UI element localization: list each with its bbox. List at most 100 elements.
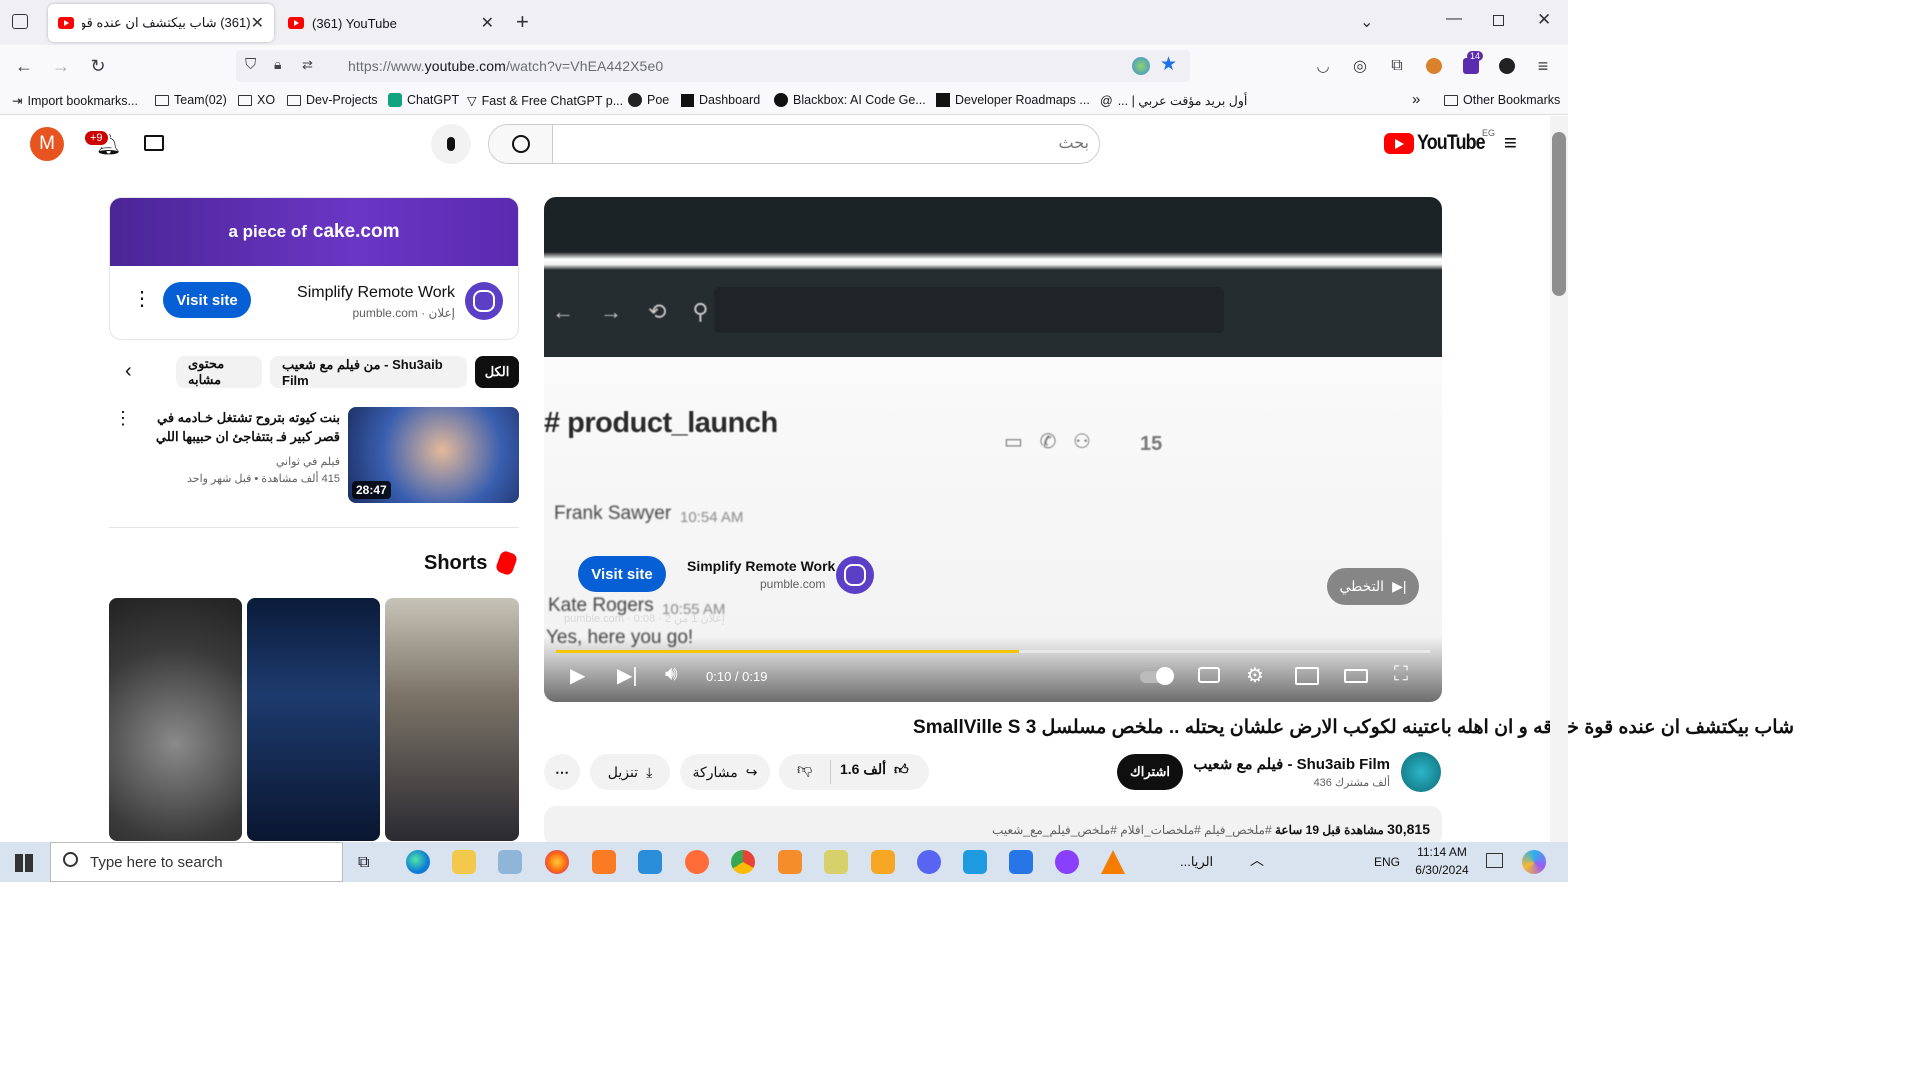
autoplay-toggle[interactable] xyxy=(1140,667,1174,685)
related-video-title[interactable]: بنت كيوته بتروح تشتغل خـادمه في قصر كبير… xyxy=(132,408,340,446)
subtitles-icon[interactable] xyxy=(1198,667,1220,683)
play-icon[interactable]: ▶ xyxy=(570,663,585,688)
app-x-icon[interactable] xyxy=(1009,850,1033,874)
tab-list-icon[interactable] xyxy=(12,14,28,29)
clock-date[interactable]: 6/30/2024 xyxy=(1410,863,1474,877)
brave-icon[interactable] xyxy=(871,850,895,874)
related-video-thumbnail[interactable]: 28:47 xyxy=(348,407,519,503)
taskbar-search[interactable]: Type here to search xyxy=(50,842,343,882)
extension-a-icon[interactable] xyxy=(1421,53,1447,79)
postman-icon[interactable] xyxy=(685,850,709,874)
extension-c-icon[interactable] xyxy=(1494,53,1520,79)
search-button[interactable] xyxy=(489,125,553,163)
permissions-icon[interactable]: ⇄ xyxy=(302,57,313,73)
close-tab-icon[interactable]: ✕ xyxy=(251,13,264,33)
back-icon[interactable]: ← xyxy=(11,53,37,79)
bookmarks-overflow-icon[interactable]: » xyxy=(1412,91,1420,108)
notifications-center-icon[interactable] xyxy=(1486,853,1503,868)
progress-bar[interactable] xyxy=(556,650,1430,653)
theater-icon[interactable] xyxy=(1344,669,1368,683)
bookmark-dev-projects[interactable]: Dev-Projects xyxy=(287,93,378,107)
skip-ad-button[interactable]: التخطي ▶︎| xyxy=(1327,568,1419,605)
tray-chevron-icon[interactable]: ︿ xyxy=(1250,850,1264,870)
short-thumbnail[interactable] xyxy=(109,598,242,841)
bookmark-dashboard[interactable]: Dashboard xyxy=(681,93,760,107)
vscode-icon[interactable] xyxy=(638,850,662,874)
chip-from-channel[interactable]: من فيلم مع شعيب - Shu3aib Film xyxy=(270,356,467,388)
app-blue-diamond-icon[interactable] xyxy=(963,850,987,874)
chrome-icon[interactable] xyxy=(731,850,755,874)
dislike-button[interactable]: 👎︎ xyxy=(797,761,812,779)
video-player[interactable]: ←→⟲⚲ # product_launch ▭ ✆ ⚇ 15 Frank Saw… xyxy=(544,197,1442,702)
related-more-icon[interactable]: ⋮ xyxy=(114,408,132,429)
short-thumbnail[interactable] xyxy=(247,598,380,841)
channel-avatar[interactable] xyxy=(1401,752,1441,792)
bookmark-chatgpt[interactable]: ChatGPT xyxy=(388,93,459,107)
extensions-icon[interactable]: ⧉ xyxy=(1384,53,1410,79)
bookmark-roadmaps[interactable]: Developer Roadmaps ... xyxy=(936,93,1090,107)
app-e-icon[interactable] xyxy=(824,850,848,874)
mic-icon[interactable] xyxy=(431,124,471,164)
pdf-app-icon[interactable] xyxy=(778,850,802,874)
clock-time[interactable]: 11:14 AM xyxy=(1414,845,1470,859)
reload-icon[interactable]: ↻ xyxy=(85,53,111,79)
taskbar-weather[interactable]: الريا... xyxy=(1180,854,1213,870)
url-text[interactable]: https://www.youtube.com/watch?v=VhEA442X… xyxy=(348,58,663,74)
chip-all[interactable]: الكل xyxy=(475,356,519,388)
ad-visit-site-button[interactable]: Visit site xyxy=(163,282,251,318)
list-all-tabs-icon[interactable]: ⌄ xyxy=(1360,12,1373,32)
minimize-button[interactable]: — xyxy=(1446,10,1462,28)
bookmark-temp-mail[interactable]: @ أول بريد مؤقت عربي | ... xyxy=(1100,93,1247,109)
bookmark-poe[interactable]: Poe xyxy=(628,93,669,107)
guide-menu-icon[interactable]: ≡ xyxy=(1504,130,1517,156)
bookmark-fast-chatgpt[interactable]: ▽ Fast & Free ChatGPT p... xyxy=(467,93,623,109)
bookmark-blackbox[interactable]: Blackbox: AI Code Ge... xyxy=(774,93,926,107)
site-info-icon[interactable] xyxy=(1132,57,1150,75)
lock-icon[interactable]: 🔒︎ xyxy=(274,56,281,73)
download-button[interactable]: تنزيل ⤓ xyxy=(590,754,670,790)
fullscreen-icon[interactable]: ⛶ xyxy=(1394,663,1408,686)
pocket-icon[interactable]: ◡ xyxy=(1310,53,1336,79)
short-thumbnail[interactable] xyxy=(385,598,519,841)
miniplayer-icon[interactable] xyxy=(1295,667,1319,685)
share-button[interactable]: مشاركة ↪ xyxy=(680,754,770,790)
bookmark-star-icon[interactable]: ★ xyxy=(1160,53,1177,76)
firefox-icon[interactable] xyxy=(545,850,569,874)
volume-icon[interactable]: 🔊︎ xyxy=(665,663,678,686)
bookmark-other[interactable]: Other Bookmarks xyxy=(1444,93,1560,107)
bookmark-team[interactable]: Team(02) xyxy=(155,93,227,107)
next-icon[interactable]: ▶︎| xyxy=(617,663,638,688)
discord-icon[interactable] xyxy=(917,850,941,874)
ad-banner[interactable]: a piece of cake.com xyxy=(110,198,518,266)
youtube-logo[interactable]: YouTube xyxy=(1384,131,1497,155)
task-view-icon[interactable]: ⧉ xyxy=(358,854,369,872)
account-icon[interactable]: ◎ xyxy=(1347,53,1373,79)
edge-icon[interactable] xyxy=(406,850,430,874)
ad-more-icon[interactable]: ⋮ xyxy=(132,286,152,311)
related-channel[interactable]: فيلم في ثواني xyxy=(132,455,340,468)
windows-start-icon[interactable] xyxy=(15,854,33,872)
description-box[interactable]: 30,815 مشاهدة قبل 19 ساعة #ملخص_فيلم #مل… xyxy=(544,806,1442,846)
app-purple-icon[interactable] xyxy=(1055,850,1079,874)
subscribe-button[interactable]: اشتراك xyxy=(1117,754,1183,790)
overlay-visit-site-button[interactable]: Visit site xyxy=(578,556,666,592)
close-tab-icon[interactable]: ✕ xyxy=(481,13,494,33)
bookmark-xo[interactable]: XO xyxy=(238,93,275,107)
vlc-icon[interactable] xyxy=(1101,850,1125,874)
menu-icon[interactable]: ≡ xyxy=(1530,53,1556,79)
copilot-icon[interactable] xyxy=(1522,850,1546,874)
new-tab-button[interactable]: + xyxy=(516,9,529,35)
scrollbar-thumb[interactable] xyxy=(1552,132,1566,296)
like-button[interactable]: 1.6 ألف 👍︎ xyxy=(840,761,909,778)
create-video-icon[interactable] xyxy=(144,135,164,151)
tab-youtube[interactable]: (361) YouTube ✕ xyxy=(278,4,504,42)
overlay-title[interactable]: Simplify Remote Work xyxy=(687,558,835,574)
chip-related[interactable]: محتوى مشابه xyxy=(176,356,262,388)
notepad-icon[interactable] xyxy=(498,850,522,874)
avatar[interactable]: M xyxy=(30,127,64,161)
address-bar[interactable]: ⛉ 🔒︎ ⇄ https://www.youtube.com/watch?v=V… xyxy=(236,50,1190,82)
bookmark-import[interactable]: ⇥ Import bookmarks... xyxy=(12,93,138,109)
ad-title[interactable]: Simplify Remote Work xyxy=(293,284,455,302)
channel-name[interactable]: فيلم مع شعيب - Shu3aib Film xyxy=(1190,755,1390,773)
more-actions-icon[interactable]: ⋯ xyxy=(544,754,580,790)
